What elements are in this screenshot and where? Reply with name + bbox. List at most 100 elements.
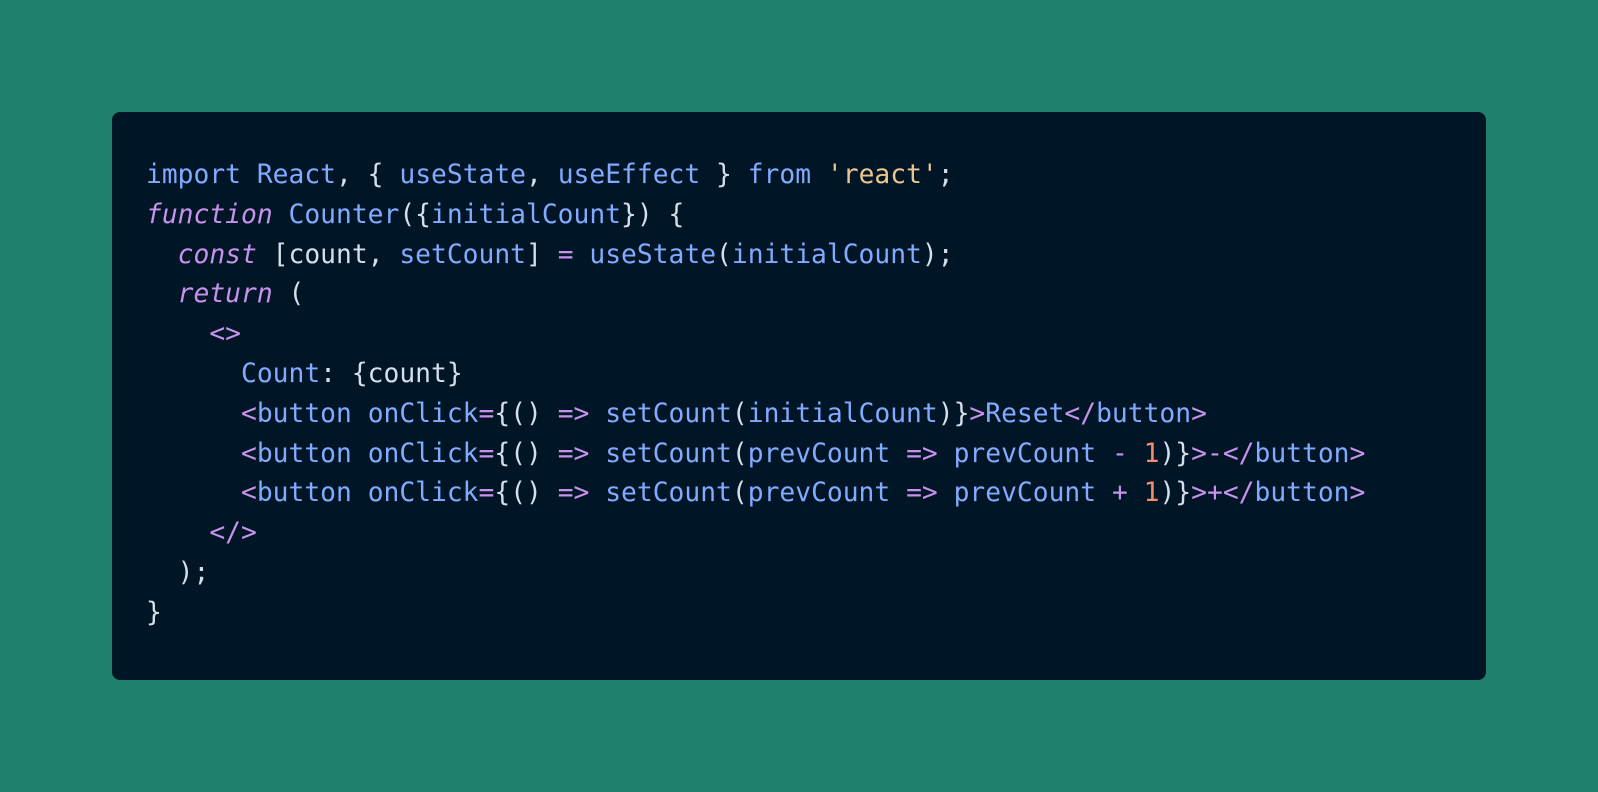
code-token: < xyxy=(241,478,257,509)
code-token: => xyxy=(906,438,938,469)
code-token: React xyxy=(256,160,337,190)
code-line-7: <button onClick={() => setCount(initialC… xyxy=(146,395,1486,435)
code-line-1: import React, { useState, useEffect } fr… xyxy=(146,156,1486,196)
code-token: prevCount xyxy=(953,478,1097,509)
code-token: < xyxy=(241,438,257,469)
code-token: onClick xyxy=(367,398,479,429)
code-token: }) { xyxy=(621,199,685,230)
code-token: button xyxy=(256,438,352,469)
code-line-11: ); xyxy=(146,554,1486,594)
code-token: )} xyxy=(937,398,970,429)
code-token: from xyxy=(747,160,812,190)
code-token: prevCount xyxy=(747,478,891,509)
code-token: + xyxy=(1206,478,1223,509)
code-token: )} xyxy=(1159,478,1192,509)
code-token: setCount xyxy=(605,398,732,429)
code-token: > xyxy=(1191,478,1207,509)
code-token: react xyxy=(842,160,922,190)
code-token: ); xyxy=(921,239,954,270)
code-line-2: function Counter({initialCount}) { xyxy=(146,196,1486,236)
code-token: , { xyxy=(336,160,400,190)
code-token: <> xyxy=(209,319,242,350)
code-token: return xyxy=(177,279,273,310)
code-token: useEffect xyxy=(557,160,701,190)
code-token: setCount xyxy=(605,478,732,509)
code-line-3: const [count, setCount] = useState(initi… xyxy=(146,236,1486,276)
code-token: button xyxy=(1254,438,1350,469)
code-token: ( xyxy=(731,478,748,509)
code-token: ); xyxy=(177,557,210,588)
code-token: - xyxy=(1111,438,1128,469)
code-token: : {count} xyxy=(320,358,463,389)
code-line-8: <button onClick={() => setCount(prevCoun… xyxy=(146,435,1486,475)
code-token: = xyxy=(478,478,495,509)
code-token: useState xyxy=(399,160,527,190)
code-token: > xyxy=(1191,398,1207,429)
code-line-10: </> xyxy=(146,514,1486,554)
code-token: ' xyxy=(921,160,938,190)
code-token: 1 xyxy=(1143,438,1160,469)
code-token: button xyxy=(256,478,352,509)
code-token: function xyxy=(146,199,273,230)
code-token: {() xyxy=(494,438,558,469)
code-token: </> xyxy=(209,518,257,549)
code-token: initialCount xyxy=(431,199,622,230)
code-token: => xyxy=(906,478,938,509)
code-token: button xyxy=(1254,478,1350,509)
code-token: </ xyxy=(1222,478,1255,509)
code-token: ( xyxy=(731,398,748,429)
code-token: => xyxy=(557,398,590,429)
code-token: ({ xyxy=(399,199,432,230)
code-token: setCount xyxy=(605,438,732,469)
code-line-5: <> xyxy=(146,315,1486,355)
code-token: Reset xyxy=(985,398,1065,429)
code-token: > xyxy=(969,398,986,429)
code-token: onClick xyxy=(367,478,479,509)
code-token: > xyxy=(1349,438,1366,469)
code-token: button xyxy=(1096,398,1192,429)
code-token: {() xyxy=(494,398,558,429)
code-token: = xyxy=(478,438,495,469)
code-token: button xyxy=(256,398,352,429)
code-token: {() xyxy=(494,478,558,509)
code-token: = xyxy=(557,239,574,270)
code-token: ; xyxy=(937,160,954,190)
code-token: ( xyxy=(731,438,748,469)
code-token: => xyxy=(557,478,590,509)
code-token: } xyxy=(146,597,162,628)
code-token: )} xyxy=(1159,438,1192,469)
code-token: , xyxy=(526,160,558,190)
code-token: Count xyxy=(241,358,321,389)
code-line-4: return ( xyxy=(146,275,1486,315)
code-token: < xyxy=(241,398,257,429)
code-token: ( xyxy=(272,279,305,310)
code-token: > xyxy=(1191,438,1207,469)
code-token: useState xyxy=(589,239,717,270)
code-token: </ xyxy=(1064,398,1097,429)
code-token: ' xyxy=(826,160,843,190)
code-line-12: } xyxy=(146,594,1486,634)
code-block: import React, { useState, useEffect } fr… xyxy=(146,156,1486,634)
code-token: prevCount xyxy=(747,438,891,469)
code-line-9: <button onClick={() => setCount(prevCoun… xyxy=(146,474,1486,514)
